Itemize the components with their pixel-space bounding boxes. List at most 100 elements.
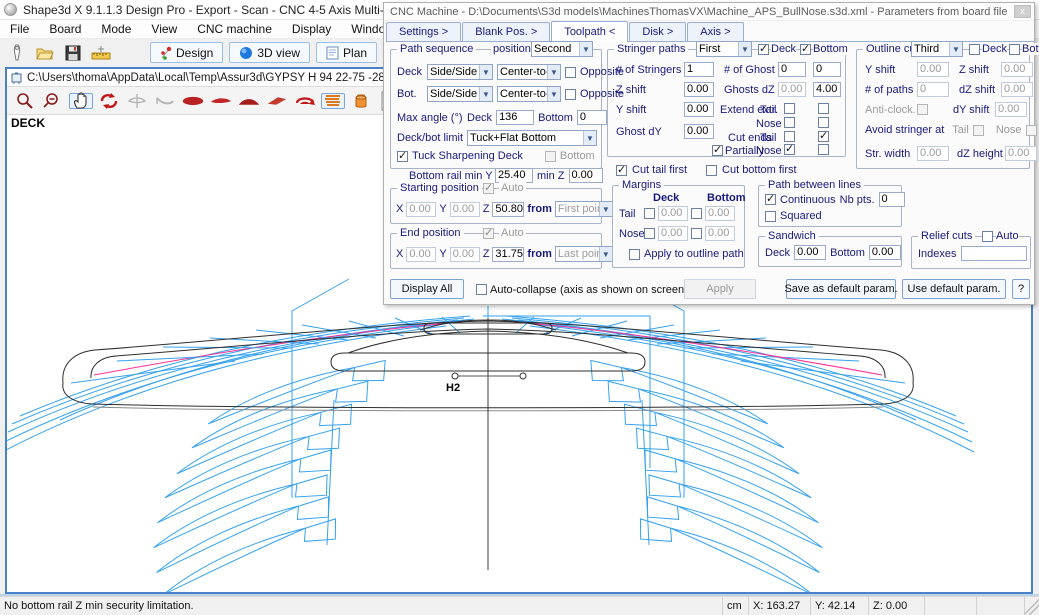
apply-outline-checkbox[interactable] — [629, 249, 640, 260]
cut-ends-nose-deck-checkbox[interactable] — [784, 144, 795, 155]
open-folder-icon[interactable] — [34, 43, 56, 63]
margin-tail-deck-checkbox[interactable] — [644, 208, 655, 219]
extend-nose-bottom-checkbox[interactable] — [818, 117, 829, 128]
outline-view-icon[interactable] — [181, 89, 205, 113]
bot-center-select[interactable]: Center-to-▼ — [497, 86, 561, 102]
end-position-group: End position Auto X 0.00 Y 0.00 Z 31.75 … — [390, 233, 602, 269]
dialog-help-button[interactable]: ? — [1012, 279, 1030, 299]
outline-deck-checkbox[interactable] — [969, 44, 980, 55]
zoom-out-icon[interactable] — [41, 89, 65, 113]
y-shift-field[interactable]: 0.00 — [684, 102, 714, 117]
relief-auto-checkbox[interactable] — [982, 231, 993, 242]
plan-icon — [326, 46, 339, 60]
indexes-field[interactable] — [961, 246, 1027, 261]
stringer-order-select[interactable]: First▼ — [696, 41, 752, 57]
zoom-in-icon[interactable] — [13, 89, 37, 113]
bot-opposite-checkbox[interactable] — [565, 89, 576, 100]
cut-ends-tail-bottom-checkbox[interactable] — [818, 131, 829, 142]
outline-bottom-checkbox[interactable] — [1009, 44, 1020, 55]
tab-axis[interactable]: Axis > — [687, 22, 743, 41]
menu-file[interactable]: File — [0, 20, 39, 38]
extend-tail-deck-checkbox[interactable] — [784, 103, 795, 114]
stringer-deck-label: Deck — [771, 43, 796, 55]
toolpath-view-icon[interactable] — [321, 93, 345, 109]
tuck-bottom-checkbox — [545, 151, 556, 162]
tab-toolpath[interactable]: Toolpath < — [551, 21, 628, 41]
use-default-button[interactable]: Use default param. — [902, 279, 1006, 299]
path-between-lines-title: Path between lines — [765, 179, 864, 191]
menu-mode[interactable]: Mode — [91, 20, 141, 38]
resize-grip[interactable] — [1025, 597, 1039, 615]
slice-view-icon[interactable] — [237, 89, 261, 113]
stringer-bottom-checkbox[interactable] — [800, 44, 811, 55]
flip-view-icon[interactable] — [293, 89, 317, 113]
end-from-select: Last point▼ — [555, 246, 613, 262]
outline-deck-label: Deck — [982, 43, 1007, 55]
cut-ends-nose-bottom-checkbox[interactable] — [818, 144, 829, 155]
ghost-dy-field[interactable]: 0.00 — [684, 124, 714, 139]
outline-y-shift-field: 0.00 — [917, 62, 949, 77]
3d-slab-icon[interactable] — [265, 89, 289, 113]
rotate-view-icon[interactable] — [97, 89, 121, 113]
outline-paths-label: # of paths — [865, 84, 913, 96]
continuous-checkbox[interactable] — [765, 194, 776, 205]
margin-nose-bottom-checkbox[interactable] — [691, 228, 702, 239]
squared-checkbox[interactable] — [765, 211, 776, 222]
close-icon[interactable]: x — [1014, 5, 1031, 18]
menu-cnc-machine[interactable]: CNC machine — [187, 20, 282, 38]
menu-view[interactable]: View — [141, 20, 187, 38]
tab-blank-pos[interactable]: Blank Pos. > — [462, 22, 550, 41]
position-select[interactable]: Second▼ — [531, 41, 593, 57]
margin-nose-deck-checkbox[interactable] — [644, 228, 655, 239]
limit-select[interactable]: Tuck+Flat Bottom▼ — [467, 130, 597, 146]
tuck-sharpening-checkbox[interactable] — [397, 151, 408, 162]
dimensions-tool-icon[interactable] — [90, 43, 112, 63]
bottom-rail-field[interactable]: 25.40 — [495, 168, 533, 183]
partially-checkbox[interactable] — [712, 145, 723, 156]
plan-button[interactable]: Plan — [316, 42, 377, 63]
view-label: DECK — [11, 116, 45, 130]
save-icon[interactable] — [62, 43, 84, 63]
num-stringers-field[interactable]: 1 — [684, 62, 714, 77]
ghost-paths-bottom-field[interactable]: 0 — [813, 62, 841, 77]
cut-tail-first-checkbox[interactable] — [616, 165, 627, 176]
design-button[interactable]: Design — [150, 42, 223, 63]
margin-tail-bottom-checkbox[interactable] — [691, 208, 702, 219]
tab-disk[interactable]: Disk > — [629, 22, 686, 41]
display-all-button[interactable]: Display All — [390, 279, 464, 299]
max-angle-deck-field[interactable]: 136 — [496, 110, 534, 125]
nb-pts-field[interactable]: 0 — [879, 192, 905, 207]
pan-hand-icon[interactable] — [69, 93, 93, 109]
pointer-tool-icon[interactable] — [6, 43, 28, 63]
cut-ends-tail-deck-checkbox[interactable] — [784, 131, 795, 142]
deck-opposite-checkbox[interactable] — [565, 67, 576, 78]
save-default-button[interactable]: Save as default param. — [786, 279, 896, 299]
tab-settings[interactable]: Settings > — [386, 22, 461, 41]
extend-nose-deck-checkbox[interactable] — [784, 117, 795, 128]
outline-order-select[interactable]: Third▼ — [911, 41, 963, 57]
ghost-dz-bottom-field[interactable]: 4.00 — [813, 82, 841, 97]
start-z-field[interactable]: 50.80 — [492, 202, 524, 217]
outline-z-shift-field: 0.00 — [1001, 62, 1033, 77]
cut-bottom-first-checkbox[interactable] — [706, 165, 717, 176]
stringer-deck-checkbox[interactable] — [758, 44, 769, 55]
menu-board[interactable]: Board — [39, 20, 91, 38]
deck-center-select[interactable]: Center-to-▼ — [497, 64, 561, 80]
deck-sequence-select[interactable]: Side/Side▼ — [427, 64, 493, 80]
max-angle-bottom-field[interactable]: 0 — [577, 110, 607, 125]
profile-view-icon[interactable] — [209, 89, 233, 113]
bot-sequence-select[interactable]: Side/Side▼ — [427, 86, 493, 102]
blank-view-icon[interactable] — [349, 89, 373, 113]
min-z-field[interactable]: 0.00 — [569, 168, 603, 183]
ghost-paths-deck-field[interactable]: 0 — [778, 62, 806, 77]
z-shift-field[interactable]: 0.00 — [684, 82, 714, 97]
nb-pts-label: Nb pts. — [840, 194, 875, 206]
auto-collapse-checkbox[interactable] — [476, 284, 487, 295]
end-z-field[interactable]: 31.75 — [492, 247, 524, 262]
extend-tail-bottom-checkbox[interactable] — [818, 103, 829, 114]
menu-display[interactable]: Display — [282, 20, 341, 38]
3d-view-button[interactable]: 3D view — [229, 42, 310, 63]
sandwich-deck-field[interactable]: 0.00 — [794, 245, 826, 260]
sandwich-bottom-field[interactable]: 0.00 — [869, 245, 901, 260]
outline-dy-field: 0.00 — [995, 102, 1027, 117]
